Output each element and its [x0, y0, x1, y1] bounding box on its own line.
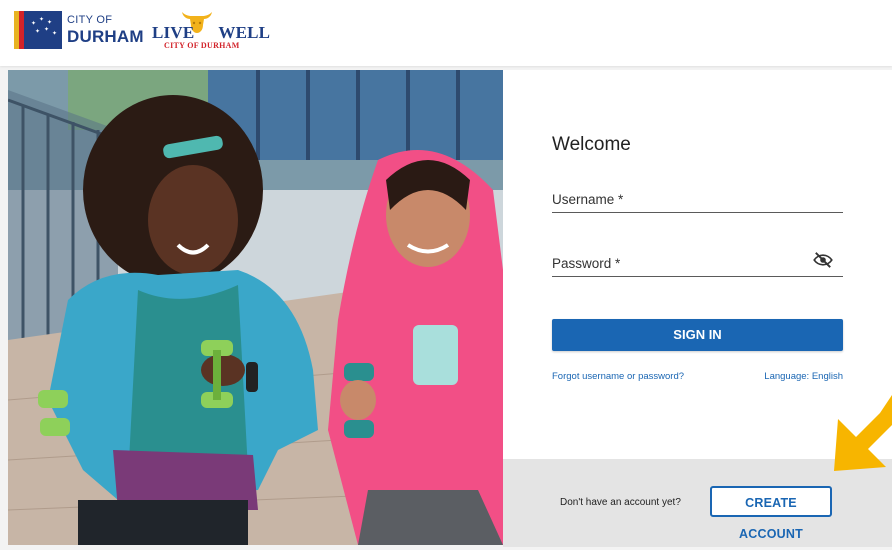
language-selector-link[interactable]: Language: English	[764, 371, 843, 382]
password-field[interactable]: Password *	[552, 246, 843, 277]
top-header: ✦ ✦ ✦ ✦ ✦ ✦ CITY OF DURHAM LIVE WELL CITY…	[0, 0, 892, 66]
livewell-well-text: WELL	[218, 23, 271, 42]
visibility-off-icon[interactable]	[813, 252, 833, 273]
durham-flag-icon: ✦ ✦ ✦ ✦ ✦ ✦	[14, 11, 62, 49]
hero-photo	[8, 70, 503, 545]
username-label: Username *	[552, 192, 624, 207]
forgot-credentials-link[interactable]: Forgot username or password?	[552, 371, 684, 382]
welcome-heading: Welcome	[552, 134, 631, 155]
city-of-durham-logo[interactable]: ✦ ✦ ✦ ✦ ✦ ✦ CITY OF DURHAM	[14, 10, 144, 50]
logo-city-of-text: CITY OF	[67, 14, 113, 26]
live-well-logo[interactable]: LIVE WELL CITY OF DURHAM	[152, 8, 270, 52]
create-account-button[interactable]: CREATE ACCOUNT	[710, 486, 832, 541]
no-account-text: Don't have an account yet?	[560, 497, 681, 508]
pointer-arrow-icon	[834, 395, 892, 471]
logo-durham-text: DURHAM	[67, 27, 144, 46]
livewell-subtitle: CITY OF DURHAM	[164, 41, 240, 50]
livewell-live-text: LIVE	[152, 23, 195, 42]
password-label: Password *	[552, 256, 621, 271]
sign-in-button[interactable]: SIGN IN	[552, 319, 843, 351]
username-field[interactable]: Username *	[552, 182, 843, 213]
